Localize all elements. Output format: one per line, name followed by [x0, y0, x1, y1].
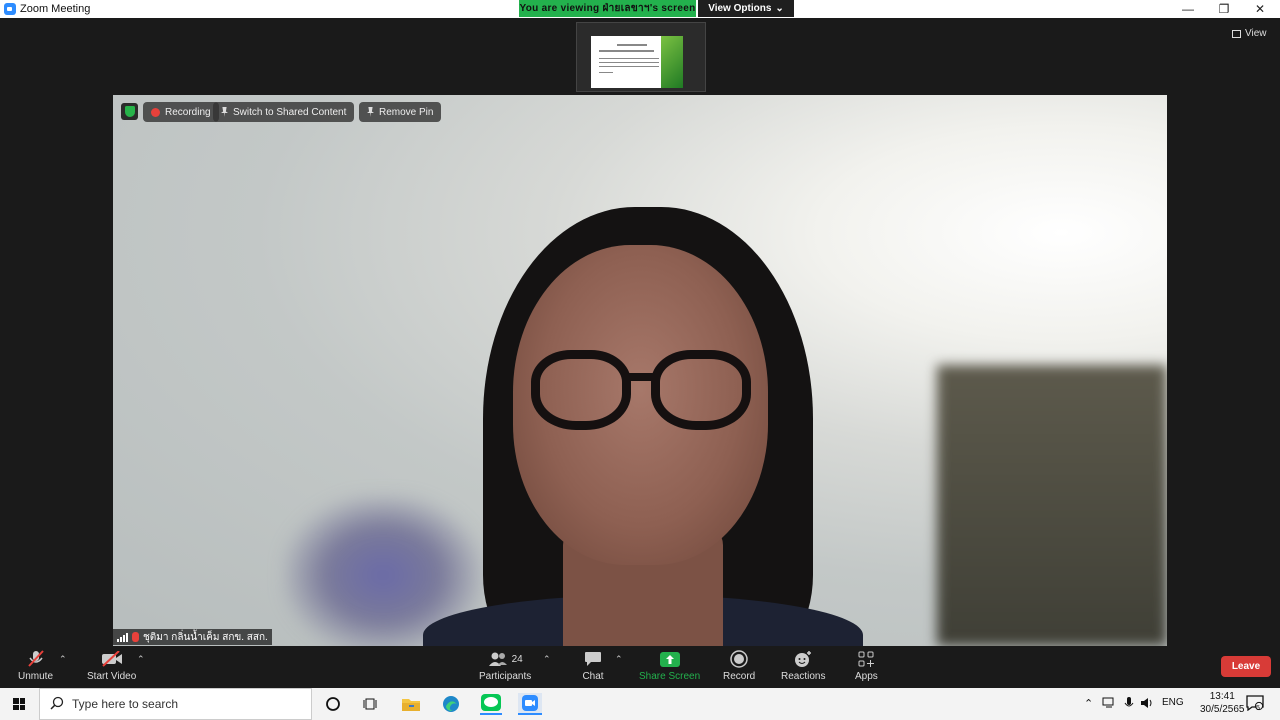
- clock-date: 30/5/2565: [1200, 704, 1245, 715]
- notification-count: 5: [1256, 705, 1260, 712]
- minimize-button[interactable]: —: [1170, 0, 1206, 18]
- zoom-app-icon: [4, 3, 16, 15]
- taskbar-search-box[interactable]: Type here to search: [39, 688, 312, 720]
- share-screen-icon: [659, 650, 681, 668]
- view-layout-button[interactable]: View: [1232, 28, 1267, 39]
- reactions-label: Reactions: [781, 671, 826, 682]
- leave-button[interactable]: Leave: [1221, 656, 1271, 677]
- view-label: View: [1245, 28, 1267, 39]
- camera-off-icon: [101, 650, 123, 668]
- show-hidden-icons-chevron[interactable]: ⌃: [1084, 697, 1093, 710]
- participant-name: ชุติมา กลิ่นน้ำเค็ม สกข. สสก.: [143, 631, 268, 643]
- apps-label: Apps: [855, 671, 878, 682]
- restore-button[interactable]: ❐: [1206, 0, 1242, 18]
- edge-browser-icon[interactable]: [441, 694, 461, 714]
- reactions-button[interactable]: Reactions: [781, 650, 825, 682]
- windows-taskbar: Type here to search ⌃ ENG 13:41 30/5/256…: [0, 688, 1280, 720]
- window-title: Zoom Meeting: [20, 3, 91, 15]
- zoom-taskbar-icon[interactable]: [518, 693, 542, 715]
- language-indicator[interactable]: ENG: [1162, 697, 1184, 708]
- audio-options-caret[interactable]: ⌃: [59, 654, 67, 665]
- start-video-label: Start Video: [87, 671, 137, 682]
- participants-count: 24: [511, 653, 523, 665]
- participants-label: Participants: [479, 671, 532, 682]
- chat-options-caret[interactable]: ⌃: [615, 654, 623, 665]
- chat-label: Chat: [582, 671, 604, 682]
- meeting-toolbar: Unmute ⌃ Start Video ⌃ 24 Participants ⌃…: [0, 646, 1280, 688]
- smiley-plus-icon: [792, 650, 814, 668]
- share-screen-label: Share Screen: [639, 671, 701, 682]
- volume-icon[interactable]: [1140, 697, 1154, 712]
- pin-icon: [221, 107, 228, 117]
- mic-muted-icon: [25, 650, 47, 668]
- windows-logo-icon: [13, 698, 25, 710]
- unmute-button[interactable]: Unmute: [18, 650, 53, 682]
- record-icon: [728, 650, 750, 668]
- participants-options-caret[interactable]: ⌃: [543, 654, 551, 665]
- slide-preview: [591, 36, 683, 88]
- search-icon: [50, 696, 64, 713]
- close-button[interactable]: ✕: [1242, 0, 1278, 18]
- chat-bubble-icon: [582, 650, 604, 668]
- file-explorer-icon[interactable]: [401, 694, 421, 714]
- switch-label: Switch to Shared Content: [233, 106, 347, 118]
- chat-button[interactable]: Chat: [582, 650, 604, 682]
- start-video-button[interactable]: Start Video: [87, 650, 136, 682]
- search-placeholder: Type here to search: [72, 697, 179, 711]
- view-options-button[interactable]: View Options ⌄: [698, 0, 794, 17]
- signal-bars-icon: [117, 632, 128, 642]
- line-app-icon[interactable]: [480, 693, 502, 715]
- apps-grid-icon: [855, 650, 877, 668]
- remove-pin-button[interactable]: Remove Pin: [359, 102, 442, 122]
- notification-center-icon[interactable]: [1246, 695, 1264, 714]
- record-button[interactable]: Record: [723, 650, 755, 682]
- unmute-label: Unmute: [18, 671, 54, 682]
- record-label: Record: [723, 671, 756, 682]
- muted-mic-icon: [132, 632, 139, 642]
- video-options-caret[interactable]: ⌃: [137, 654, 145, 665]
- participants-icon: 24: [480, 650, 530, 668]
- viewing-banner: You are viewing ฝ่ายเลขาฯ's screen: [519, 0, 696, 17]
- system-clock[interactable]: 13:41 30/5/2565: [1200, 690, 1245, 716]
- shared-screen-thumbnail[interactable]: [576, 22, 706, 92]
- participant-name-tag: ชุติมา กลิ่นน้ำเค็ม สกข. สสก.: [113, 629, 272, 645]
- clock-time: 13:41: [1209, 691, 1235, 702]
- remove-pin-label: Remove Pin: [379, 106, 434, 118]
- recording-indicator[interactable]: Recording: [143, 102, 219, 122]
- view-options-label: View Options: [708, 3, 772, 14]
- participants-button[interactable]: 24 Participants: [479, 650, 531, 682]
- task-view-icon[interactable]: [361, 694, 381, 714]
- chevron-down-icon: ⌄: [775, 3, 784, 14]
- record-dot-icon: [151, 107, 160, 117]
- microphone-tray-icon[interactable]: [1124, 697, 1134, 713]
- participant-video[interactable]: [113, 95, 1167, 646]
- pin-icon: [367, 107, 374, 117]
- network-icon[interactable]: [1102, 697, 1116, 712]
- cortana-icon[interactable]: [323, 694, 343, 714]
- recording-label: Recording: [165, 106, 211, 118]
- start-button[interactable]: [0, 688, 38, 720]
- switch-to-shared-content-button[interactable]: Switch to Shared Content: [213, 102, 355, 122]
- encryption-shield-icon[interactable]: [121, 103, 138, 120]
- share-screen-button[interactable]: Share Screen: [639, 650, 700, 682]
- apps-button[interactable]: Apps: [855, 650, 878, 682]
- grid-icon: [1232, 29, 1241, 38]
